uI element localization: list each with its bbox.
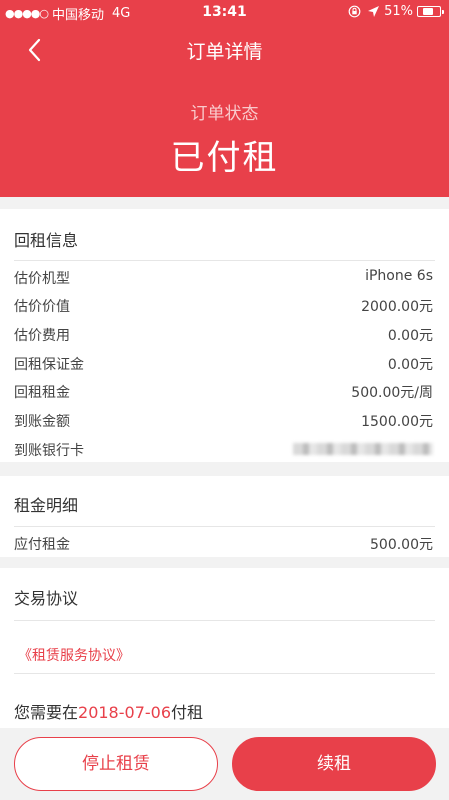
info-row-deposit: 回租保证金 0.00元: [14, 354, 433, 374]
rent-row-label: 应付租金: [14, 537, 70, 553]
info-row-value: 0.00元: [387, 357, 433, 373]
agreement-title: 交易协议: [14, 589, 79, 608]
info-row-label: 估价机型: [14, 271, 70, 287]
info-row-model: 估价机型 iPhone 6s: [14, 268, 433, 288]
agreement-divider-top: [14, 620, 435, 621]
rental-info-divider: [14, 260, 435, 261]
info-row-label: 估价价值: [14, 299, 70, 315]
info-row-label: 回租租金: [14, 385, 70, 401]
order-header: ●●●●○ 中国移动 4G 13:41 51% 订单详情 订单状态 已付租: [0, 0, 449, 197]
order-status-value: 已付租: [170, 138, 279, 178]
bottom-action-bar: 停止租赁 续租: [0, 728, 449, 800]
info-row-value: 2000.00元: [361, 299, 433, 315]
info-row-value: 0.00元: [387, 328, 433, 344]
due-suffix: 付租: [171, 703, 204, 722]
rent-detail-section: 租金明细 应付租金 500.00元: [0, 476, 449, 557]
battery-percent: 51%: [384, 4, 413, 19]
rent-detail-divider: [14, 526, 435, 527]
rental-info-section: 回租信息 估价机型 iPhone 6s 估价价值 2000.00元 估价费用 0…: [0, 209, 449, 462]
orientation-lock-icon: [348, 5, 361, 18]
page-title: 订单详情: [186, 41, 263, 63]
info-row-bank-card: 到账银行卡: [14, 440, 433, 460]
info-row-valuation: 估价价值 2000.00元: [14, 296, 433, 316]
masked-bank-card: [293, 443, 433, 455]
rental-info-title: 回租信息: [14, 231, 79, 250]
info-row-value: 1500.00元: [361, 414, 433, 430]
rent-detail-title: 租金明细: [14, 496, 79, 515]
status-bar-right: 51%: [348, 4, 444, 19]
info-row-label: 回租保证金: [14, 357, 84, 373]
info-row-label: 估价费用: [14, 328, 70, 344]
service-agreement-link[interactable]: 《租赁服务协议》: [18, 645, 130, 665]
status-bar: ●●●●○ 中国移动 4G 13:41 51%: [0, 0, 449, 24]
rent-row-value: 500.00元: [370, 537, 433, 553]
location-arrow-icon: [368, 6, 380, 17]
due-prefix: 您需要在: [14, 703, 79, 722]
payment-due-text: 您需要在2018-07-06付租: [14, 699, 203, 723]
order-status-label: 订单状态: [190, 104, 259, 124]
info-row-received: 到账金额 1500.00元: [14, 411, 433, 431]
battery-icon: [417, 6, 444, 17]
rent-row-payable: 应付租金 500.00元: [14, 534, 433, 554]
stop-rental-button[interactable]: 停止租赁: [14, 737, 218, 791]
info-row-rent: 回租租金 500.00元/周: [14, 382, 433, 402]
info-row-label: 到账银行卡: [14, 443, 84, 459]
agreement-section: 交易协议 《租赁服务协议》 您需要在2018-07-06付租: [0, 568, 449, 728]
info-row-value: 500.00元/周: [351, 385, 433, 401]
info-row-fee: 估价费用 0.00元: [14, 325, 433, 345]
info-row-label: 到账金额: [14, 414, 70, 430]
due-date: 2018-07-06: [78, 703, 171, 722]
info-row-value: iPhone 6s: [365, 268, 433, 284]
agreement-divider-bottom: [14, 673, 435, 674]
battery-level-fill: [423, 8, 434, 15]
renew-button[interactable]: 续租: [232, 737, 436, 791]
